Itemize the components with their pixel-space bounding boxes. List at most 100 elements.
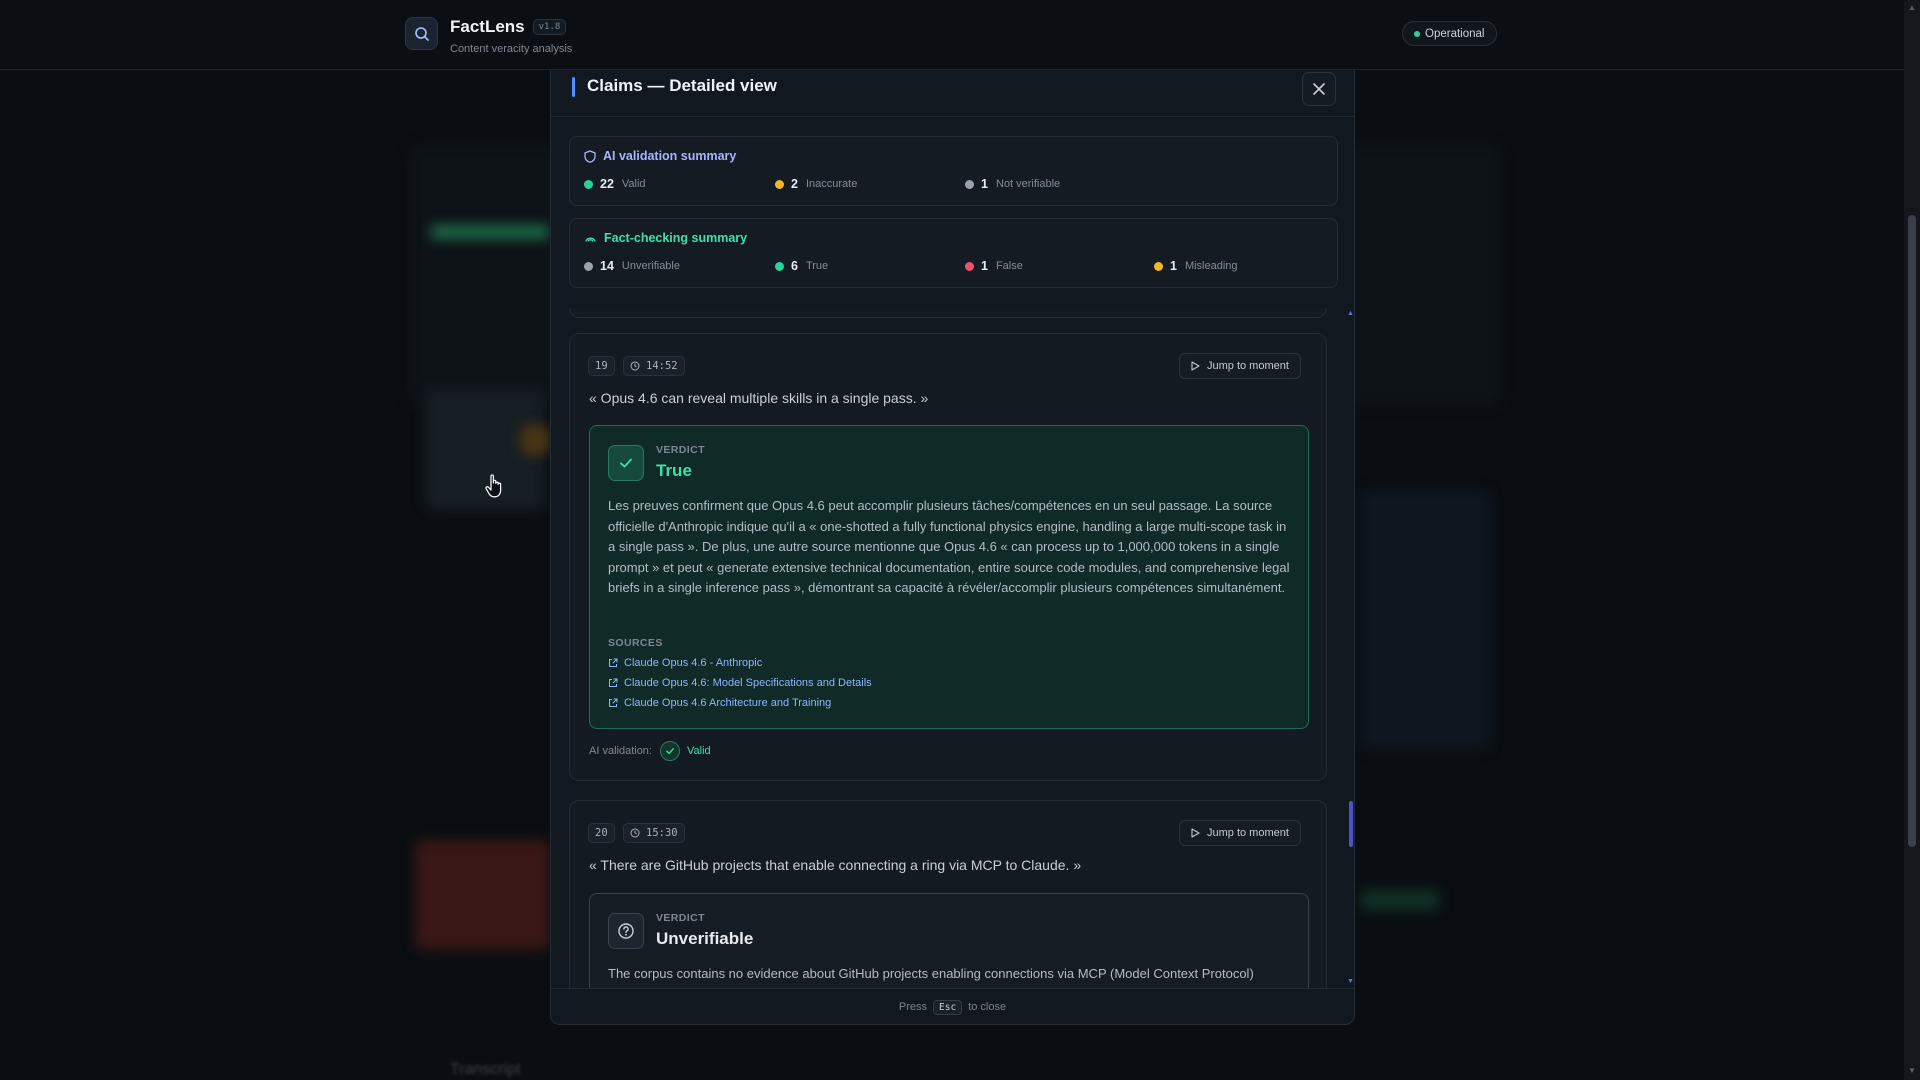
title-accent-bar — [572, 77, 575, 97]
esc-key-hint: Esc — [933, 999, 963, 1015]
jump-to-moment-button[interactable]: Jump to moment — [1179, 820, 1301, 846]
stat-count: 1 — [981, 177, 988, 191]
bg-highlight — [430, 225, 550, 239]
source-link-label: Claude Opus 4.6 - Anthropic — [624, 657, 763, 669]
stat-count: 6 — [791, 259, 798, 273]
ai-validation-summary: AI validation summary 22 Valid 2 Inaccur… — [569, 136, 1338, 206]
status-dot — [775, 261, 784, 271]
app-subtitle: Content veracity analysis — [450, 43, 573, 55]
brand: FactLens v1.8 Content veracity analysis — [405, 17, 572, 55]
claim-timestamp: 14:52 — [623, 356, 685, 376]
stat-count: 1 — [981, 259, 988, 273]
footer-press: Press — [898, 1001, 928, 1013]
verdict-panel: VERDICT True Les preuves confirment que … — [589, 425, 1309, 729]
status-dot — [1154, 261, 1163, 271]
modal-scrollbar[interactable]: ▲ ▼ — [1347, 308, 1354, 988]
claims-list[interactable]: 19 14:52 Jump to moment « Opus 4.6 can r… — [551, 308, 1354, 988]
clock-icon — [630, 361, 640, 371]
stat-count: 1 — [1170, 259, 1177, 273]
top-bar: FactLens v1.8 Content veracity analysis … — [0, 0, 1904, 70]
external-link-icon — [609, 698, 618, 707]
ai-stat-not-verifiable: 1 Not verifiable — [965, 177, 1060, 191]
claims-modal: Claims — Detailed view AI validation sum… — [550, 70, 1355, 1025]
scroll-down-icon[interactable]: ▼ — [1347, 978, 1354, 985]
bg-tag — [1360, 890, 1440, 910]
scroll-up-icon[interactable]: ▲ — [1347, 310, 1354, 317]
app-name: FactLens — [450, 17, 525, 36]
question-circle-icon — [608, 913, 644, 949]
claim-time: 14:52 — [646, 360, 678, 372]
claim-card: 20 15:30 Jump to moment « There are GitH… — [569, 800, 1327, 988]
play-icon — [1191, 361, 1200, 371]
external-link-icon — [609, 678, 618, 687]
status-dot — [965, 261, 974, 271]
signal-icon — [585, 237, 596, 242]
bg-video-thumbnail — [415, 840, 550, 950]
jump-label: Jump to moment — [1207, 827, 1289, 839]
check-icon — [608, 445, 644, 481]
modal-title: Claims — Detailed view — [587, 76, 777, 95]
stat-count: 2 — [791, 177, 798, 191]
stat-label: Inaccurate — [805, 178, 858, 190]
bg-transcript-heading: Transcript — [450, 1061, 521, 1078]
claim-number-badge: 19 — [588, 356, 615, 376]
scroll-up-icon[interactable]: ▲ — [1908, 3, 1916, 12]
claim-timestamp: 15:30 — [623, 823, 685, 843]
source-link[interactable]: Claude Opus 4.6 - Anthropic — [608, 657, 762, 669]
stat-label: Not verifiable — [995, 178, 1061, 190]
stat-label: Valid — [621, 178, 646, 190]
claim-card: 19 14:52 Jump to moment « Opus 4.6 can r… — [569, 333, 1327, 781]
external-link-icon — [609, 658, 618, 667]
modal-scrollbar-thumb[interactable] — [1349, 801, 1353, 847]
ai-stat-inaccurate: 2 Inaccurate — [775, 177, 857, 191]
check-circle-icon — [659, 741, 680, 761]
scroll-down-icon[interactable]: ▼ — [1908, 1066, 1916, 1075]
fact-summary-title-text: Fact-checking summary — [604, 231, 748, 245]
modal-header: Claims — Detailed view — [551, 70, 1354, 117]
ai-summary-title-text: AI validation summary — [603, 149, 737, 163]
bg-side-panel — [1360, 490, 1490, 750]
status-dot — [584, 261, 593, 271]
verdict-value: True — [656, 461, 692, 480]
stat-label: False — [995, 260, 1023, 272]
fact-stat-unverifiable: 14 Unverifiable — [584, 259, 680, 273]
fact-stat-false: 1 False — [965, 259, 1023, 273]
modal-footer: Press Esc to close — [551, 988, 1354, 1024]
status-dot — [584, 179, 593, 189]
clock-icon — [630, 828, 640, 838]
ai-validation-value: Valid — [686, 745, 711, 757]
stat-label: Misleading — [1184, 260, 1238, 272]
search-icon — [405, 17, 438, 50]
fact-checking-summary: Fact-checking summary 14 Unverifiable 6 … — [569, 218, 1338, 288]
stat-count: 22 — [600, 177, 614, 191]
fact-stat-misleading: 1 Misleading — [1154, 259, 1238, 273]
play-icon — [1191, 828, 1200, 838]
fact-stat-true: 6 True — [775, 259, 828, 273]
claim-number-badge: 20 — [588, 823, 615, 843]
status-dot — [775, 179, 784, 189]
status-dot — [965, 179, 974, 189]
claim-quote: « Opus 4.6 can reveal multiple skills in… — [589, 390, 929, 406]
close-button[interactable] — [1302, 72, 1336, 106]
verdict-explanation: Les preuves confirment que Opus 4.6 peut… — [608, 498, 1290, 596]
stat-label: True — [805, 260, 829, 272]
status-badge: Operational — [1402, 21, 1498, 46]
stat-count: 14 — [600, 259, 614, 273]
claim-card-previous — [569, 308, 1327, 318]
source-link-label: Claude Opus 4.6 Architecture and Trainin… — [624, 697, 832, 709]
verdict-label: VERDICT — [656, 444, 705, 456]
claim-time: 15:30 — [646, 827, 678, 839]
ai-stat-valid: 22 Valid — [584, 177, 646, 191]
source-link[interactable]: Claude Opus 4.6 Architecture and Trainin… — [608, 697, 831, 709]
page-scrollbar[interactable]: ▲ ▼ — [1904, 0, 1920, 1080]
jump-to-moment-button[interactable]: Jump to moment — [1179, 353, 1301, 379]
bg-accent — [520, 425, 550, 455]
source-link[interactable]: Claude Opus 4.6: Model Specifications an… — [608, 677, 872, 689]
verdict-label: VERDICT — [656, 912, 705, 924]
stat-label: Unverifiable — [621, 260, 680, 272]
verdict-panel: VERDICT Unverifiable The corpus contains… — [589, 893, 1309, 988]
shield-icon — [584, 149, 596, 163]
claim-quote: « There are GitHub projects that enable … — [589, 857, 1082, 873]
sources-heading: SOURCES — [608, 637, 663, 649]
page-scrollbar-thumb[interactable] — [1908, 215, 1916, 847]
